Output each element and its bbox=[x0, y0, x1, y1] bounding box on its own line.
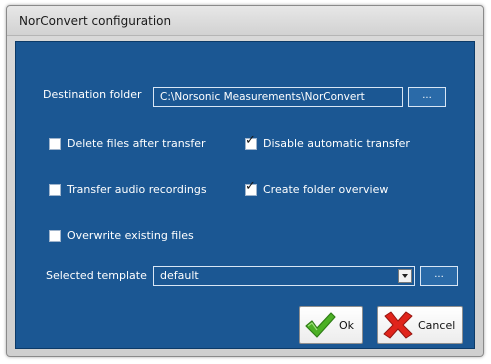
chevron-down-icon[interactable] bbox=[398, 269, 412, 283]
transfer-audio-label: Transfer audio recordings bbox=[67, 183, 207, 196]
delete-files-label: Delete files after transfer bbox=[67, 137, 206, 150]
destination-folder-field[interactable]: C:\Norsonic Measurements\NorConvert bbox=[153, 87, 403, 107]
checkbox-box[interactable]: ✓ bbox=[245, 134, 257, 150]
disable-transfer-checkbox[interactable]: ✓ Disable automatic transfer bbox=[245, 134, 410, 150]
disable-transfer-label: Disable automatic transfer bbox=[263, 137, 410, 150]
cancel-button-label: Cancel bbox=[418, 318, 456, 332]
destination-browse-button[interactable]: ... bbox=[408, 87, 446, 107]
checkmark-icon: ✓ bbox=[245, 178, 256, 194]
title-bar[interactable]: NorConvert configuration bbox=[7, 6, 483, 36]
ok-button-label: Ok bbox=[339, 318, 355, 332]
template-browse-button[interactable]: ... bbox=[420, 266, 458, 286]
destination-folder-label: Destination folder bbox=[43, 88, 142, 101]
checkbox-box[interactable] bbox=[49, 183, 61, 196]
create-overview-checkbox[interactable]: ✓ Create folder overview bbox=[245, 180, 389, 196]
checkbox-box[interactable]: ✓ bbox=[245, 180, 257, 196]
cancel-button[interactable]: Cancel bbox=[377, 306, 463, 344]
checkbox-box[interactable] bbox=[49, 137, 61, 150]
overwrite-files-checkbox[interactable]: Overwrite existing files bbox=[49, 229, 194, 242]
selected-template-label: Selected template bbox=[46, 269, 147, 282]
checkmark-icon: ✓ bbox=[245, 132, 256, 148]
transfer-audio-checkbox[interactable]: Transfer audio recordings bbox=[49, 183, 207, 196]
template-select[interactable]: default bbox=[153, 266, 415, 286]
delete-files-checkbox[interactable]: Delete files after transfer bbox=[49, 137, 206, 150]
template-select-value: default bbox=[160, 269, 199, 282]
overwrite-files-label: Overwrite existing files bbox=[67, 229, 194, 242]
x-icon bbox=[383, 311, 413, 339]
window-title: NorConvert configuration bbox=[19, 14, 172, 28]
checkmark-icon bbox=[305, 312, 336, 338]
create-overview-label: Create folder overview bbox=[263, 183, 389, 196]
settings-panel: Destination folder C:\Norsonic Measureme… bbox=[15, 41, 475, 349]
checkbox-box[interactable] bbox=[49, 229, 61, 242]
ok-button[interactable]: Ok bbox=[299, 306, 363, 344]
config-dialog: NorConvert configuration Destination fol… bbox=[6, 5, 484, 357]
